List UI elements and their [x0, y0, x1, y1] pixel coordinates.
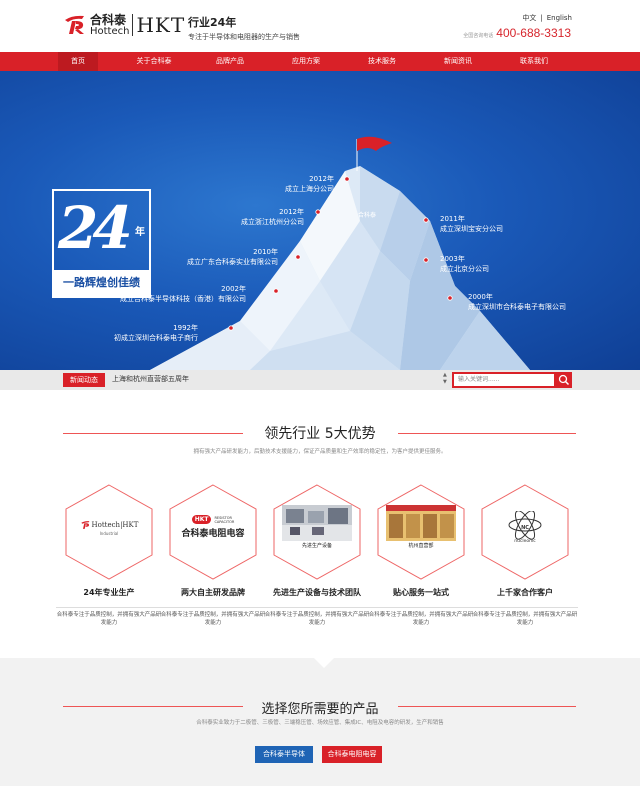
search-icon: [558, 374, 570, 386]
advantages-subtitle: 拥有强大产品研发能力，后勤技术支援能力，保证产品质量和生产效率的稳定性，为客户提…: [193, 449, 447, 455]
arrow-down-icon[interactable]: ▼: [443, 379, 447, 386]
products-subtitle: 合科泰实业致力于二极管、三极管、三端稳压管、场效应管、集成IC、电阻及电容的研发…: [196, 720, 444, 726]
logo-english: Hottech: [90, 25, 130, 37]
lang-english-link[interactable]: English: [547, 14, 572, 22]
advantages-list: Hottech|HKT Industrial 24年专业生产 合科泰专注于品质控…: [0, 455, 640, 626]
slogan-subtitle: 专注于半导体和电阻器的生产与销售: [188, 33, 300, 41]
advantage-desc: 合科泰专注于品质控制，并拥有强大产品研发能力: [160, 607, 266, 627]
flag-icon: [357, 136, 392, 151]
site-logo[interactable]: 合科泰 Hottech HKT: [62, 12, 185, 38]
anniversary-badge: 24 年 一路辉煌创佳绩: [52, 189, 151, 298]
logo-chinese: 合科泰: [90, 12, 127, 27]
advantage-desc: 合科泰专注于品质控制，并拥有强大产品研发能力: [56, 607, 162, 627]
milestone-right: 2000年 成立深圳市合科泰电子有限公司: [468, 293, 566, 311]
nav-products[interactable]: 品牌产品: [192, 52, 268, 71]
advantage-title: 两大自主研发品牌: [181, 588, 245, 597]
logo-divider: [132, 14, 134, 36]
search-input[interactable]: 输入关键词......: [452, 372, 556, 388]
milestone-left: 2012年 成立浙江杭州分公司: [241, 208, 304, 226]
store-photo: [386, 505, 456, 541]
advantage-desc: 合科泰专注于品质控制，并拥有强大产品研发能力: [264, 607, 370, 627]
milestone-right: 2011年 成立深圳宝安分公司: [440, 215, 503, 233]
products-section: 选择您所需要的产品 合科泰实业致力于二极管、三极管、三端稳压管、场效应管、集成I…: [0, 658, 640, 786]
advantage-desc: 合科泰专注于品质控制，并拥有强大产品研发能力: [472, 607, 578, 627]
milestone-left: 2012年 成立上海分公司: [285, 175, 334, 193]
news-tag[interactable]: 新闻动态: [63, 373, 105, 387]
advantage-image-brand: HKT RESISTOR CAPACITOR 合科泰电阻电容: [181, 515, 245, 539]
nav-about[interactable]: 关于合科泰: [116, 52, 192, 71]
hottech-logo-icon: [65, 15, 84, 34]
slogan-title: 行业24年: [188, 16, 237, 29]
news-scroll-arrows[interactable]: ▲ ▼: [443, 372, 447, 386]
lang-separator: |: [540, 14, 543, 22]
nav-tech-service[interactable]: 技术服务: [344, 52, 420, 71]
main-nav: 首页 关于合科泰 品牌产品 应用方案 技术服务 新闻资讯 联系我们: [0, 52, 640, 71]
hottech-logo-icon: [80, 520, 89, 529]
milestone-left: 2002年 成立合科泰半导体科技（香港）有限公司: [120, 285, 246, 303]
site-header: 合科泰 Hottech HKT 行业24年 专注于半导体和电阻器的生产与销售 中…: [0, 0, 640, 52]
semiconductor-button[interactable]: 合科泰半导体: [255, 746, 313, 763]
search-button[interactable]: [556, 372, 572, 388]
advantage-title: 24年专业生产: [83, 588, 135, 597]
flag-label: 合科泰: [358, 212, 377, 219]
advantage-image-store: 杭州直营部: [384, 505, 458, 549]
badge-year-char: 年: [135, 227, 145, 238]
hotline-label: 全国咨询电话: [463, 33, 494, 39]
hotline: 全国咨询电话 400-688-3313: [463, 26, 571, 40]
title-line-right: [398, 433, 576, 434]
nav-contact[interactable]: 联系我们: [496, 52, 572, 71]
advantage-image-factory: 先进生产设备: [280, 505, 354, 549]
milestone-left: 1992年 初成立深圳合科泰电子商行: [114, 324, 198, 342]
logo-hkt: HKT: [136, 13, 186, 37]
milestone-left: 2010年 成立广东合科泰实业有限公司: [187, 248, 278, 266]
title-line-right: [398, 706, 576, 707]
advantage-image-nucleonic: NC nucleonic: [488, 505, 562, 549]
language-switch: 中文 | English: [520, 13, 574, 23]
news-bar: 新闻动态 上海和杭州直营部五周年 ▲ ▼ 输入关键词......: [0, 370, 640, 390]
lang-chinese-link[interactable]: 中文: [522, 14, 536, 22]
milestone-right: 2003年 成立北京分公司: [440, 255, 489, 273]
nav-news[interactable]: 新闻资讯: [420, 52, 496, 71]
factory-photo: [282, 505, 352, 541]
advantage-title: 先进生产设备与技术团队: [273, 588, 361, 597]
nav-home[interactable]: 首页: [58, 52, 98, 71]
badge-number: 24: [58, 194, 133, 262]
advantage-image-logo: Hottech|HKT Industrial: [72, 505, 146, 549]
advantages-title-row: 领先行业 5大优势: [0, 423, 640, 443]
advantage-title: 上千家合作客户: [497, 588, 553, 597]
arrow-up-icon[interactable]: ▲: [443, 372, 447, 379]
resistor-capacitor-button[interactable]: 合科泰电阻电容: [322, 746, 382, 763]
news-headline[interactable]: 上海和杭州直营部五周年: [112, 374, 189, 384]
products-title: 选择您所需要的产品: [261, 702, 379, 717]
hero-banner[interactable]: 24 年 一路辉煌创佳绩 合科泰 2012年 成立上海分公司 2012年 成立浙江杭…: [0, 71, 640, 370]
section-notch: [314, 658, 334, 668]
nav-solutions[interactable]: 应用方案: [268, 52, 344, 71]
advantage-desc: 合科泰专注于品质控制，并拥有强大产品研发能力: [368, 607, 474, 627]
advantage-title: 贴心服务一站式: [393, 588, 449, 597]
hotline-number[interactable]: 400-688-3313: [496, 26, 571, 40]
slogan: 行业24年 专注于半导体和电阻器的生产与销售: [188, 14, 300, 42]
